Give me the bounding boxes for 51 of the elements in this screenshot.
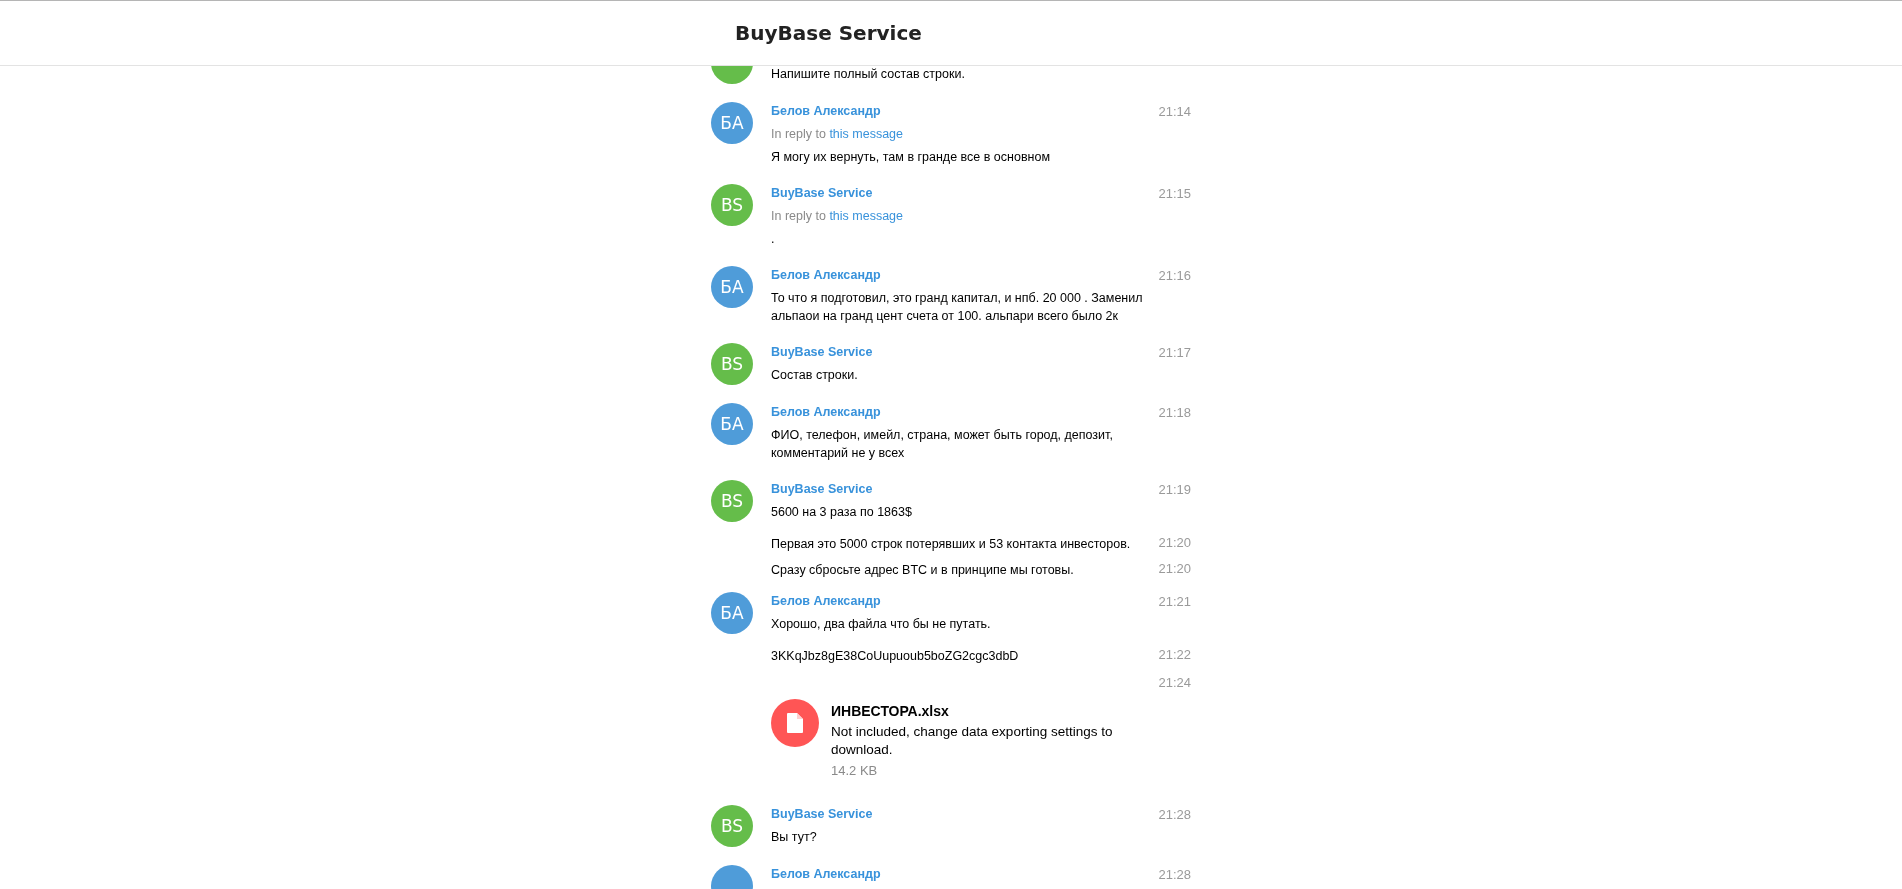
message-text: Хорошо, два файла что бы не путать. (771, 616, 991, 633)
message-time: 21:24 (1158, 674, 1191, 690)
user-avatar: BS (711, 805, 753, 847)
message-time: 21:20 (1158, 561, 1191, 576)
message-time: 21:15 (1158, 185, 1191, 201)
message-text: 3KKqJbz8gE38CoUupuoub5boZG2cgc3dbD (771, 648, 1019, 665)
reply-link[interactable]: this message (829, 127, 904, 141)
sender-name: BuyBase Service (771, 345, 873, 359)
user-avatar: БА (711, 266, 753, 308)
user-avatar: BS (711, 184, 753, 226)
message-time: 21:19 (1158, 481, 1191, 497)
message-time: 21:18 (1158, 404, 1191, 420)
file-name: ИНВЕСТОРА.xlsx (831, 702, 950, 721)
message-text: Состав строки. (771, 367, 858, 384)
message-time: 21:28 (1158, 806, 1191, 822)
message-text: Первая это 5000 строк потерявших и 53 контакта инвесторов. (771, 536, 1131, 553)
message-text: . (771, 231, 775, 248)
message-time: 21:28 (1158, 866, 1191, 882)
sender-name: BuyBase Service (771, 807, 873, 821)
message-text: Сразу сбросьте адрес BTC и в принципе мы готовы. (771, 562, 1074, 579)
chat-title: BuyBase Service (735, 21, 922, 45)
message-time: 21:14 (1158, 103, 1191, 119)
reply-link[interactable]: this message (829, 209, 904, 223)
reply-line: In reply to this message (771, 126, 905, 143)
sender-name: Белов Александр (771, 594, 881, 608)
message-time: 21:22 (1158, 647, 1191, 662)
user-avatar: БА (711, 403, 753, 445)
sender-name: BuyBase Service (771, 482, 873, 496)
sender-name: Белов Александр (771, 104, 881, 118)
message-time: 21:16 (1158, 267, 1191, 283)
message-time: 21:17 (1158, 344, 1191, 360)
message-text: 5600 на 3 раза по 1863$ (771, 504, 912, 521)
user-avatar: BS (711, 343, 753, 385)
user-avatar: БА (711, 592, 753, 634)
file-size: 14.2 KB (831, 763, 879, 778)
message-time: 21:20 (1158, 535, 1191, 550)
message-text: Напишите полный состав строки. (771, 66, 965, 83)
file-icon[interactable] (771, 699, 819, 747)
user-avatar: БА (711, 102, 753, 144)
sender-name: Белов Александр (771, 867, 881, 881)
message-text: То что я подготовил, это гранд капитал, и нпб. 20 000 . Заменил альпаои на гранд цент счета от 100. альпари всего было 2к (771, 290, 1144, 325)
sender-name: Белов Александр (771, 268, 881, 282)
user-avatar: BS (711, 480, 753, 522)
sender-name: BuyBase Service (771, 186, 873, 200)
file-description: Not included, change data exporting settings to download. (831, 723, 1114, 759)
message-text: Вы тут? (771, 829, 817, 846)
message-text: Я могу их вернуть, там в гранде все в основном (771, 149, 1050, 166)
sender-name: Белов Александр (771, 405, 881, 419)
message-time: 21:21 (1158, 593, 1191, 609)
reply-line: In reply to this message (771, 208, 905, 225)
message-text: ФИО, телефон, имейл, страна, может быть город, депозит, комментарий не у всех (771, 427, 1114, 462)
